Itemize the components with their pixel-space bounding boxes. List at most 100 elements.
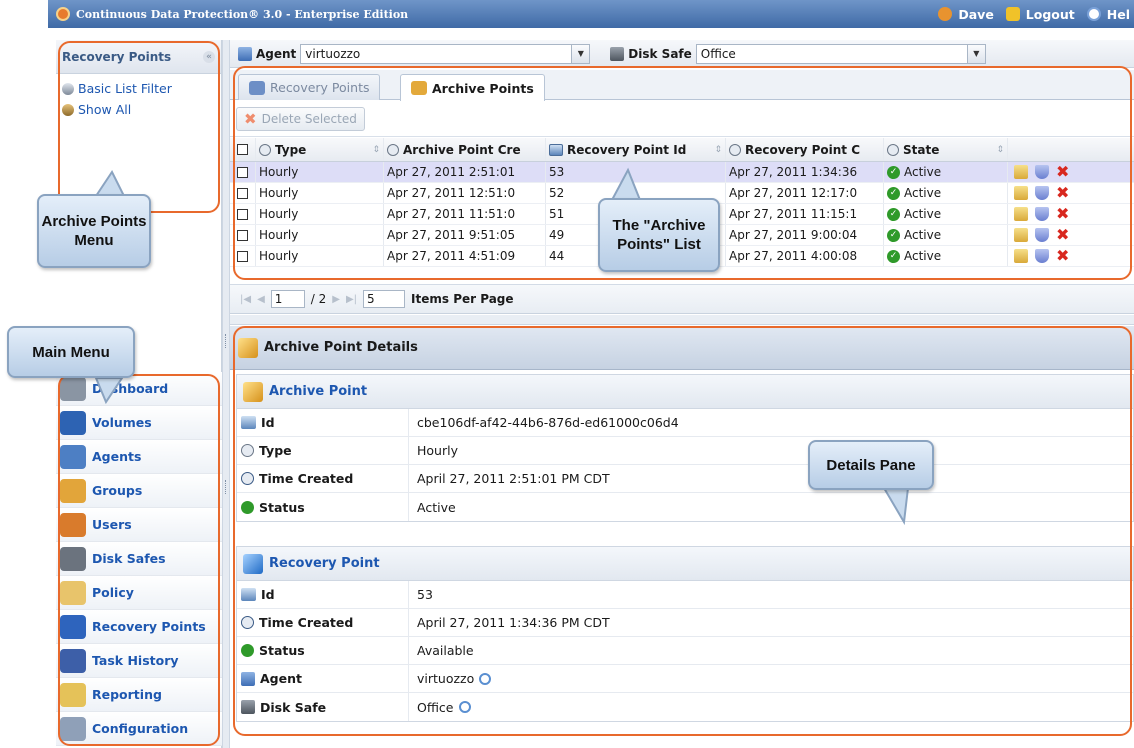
horizontal-splitter[interactable]: [230, 315, 1134, 325]
column-header-type[interactable]: Type ⇕: [256, 138, 384, 161]
menu-item-agents[interactable]: Agents: [56, 440, 222, 474]
archive-points-icon: [411, 81, 427, 95]
menu-item-label: Agents: [92, 449, 142, 464]
menu-item-volumes[interactable]: Volumes: [56, 406, 222, 440]
protect-icon[interactable]: [1035, 207, 1049, 221]
show-all-icon: [62, 103, 74, 116]
filter-basic-list[interactable]: Basic List Filter: [56, 78, 221, 99]
delete-selected-button[interactable]: ✖ Delete Selected: [236, 106, 365, 131]
row-checkbox[interactable]: [230, 183, 256, 203]
row-checkbox[interactable]: [230, 204, 256, 224]
agent-select-value: virtuozzo: [305, 46, 361, 61]
items-per-page-input[interactable]: 5: [363, 290, 406, 308]
user-name[interactable]: Dave: [958, 7, 993, 22]
column-header-state[interactable]: State ⇕: [884, 138, 1008, 161]
logout-link[interactable]: Logout: [1026, 7, 1075, 22]
delete-selected-label: Delete Selected: [261, 111, 357, 126]
clock-icon: [241, 472, 254, 485]
tab-archive-points[interactable]: Archive Points: [400, 74, 545, 101]
menu-item-policy[interactable]: Policy: [56, 576, 222, 610]
filter-show-all[interactable]: Show All: [56, 99, 221, 120]
chevron-down-icon[interactable]: ▼: [571, 44, 590, 63]
view-icon[interactable]: [1014, 165, 1028, 179]
menu-item-recovery-points[interactable]: Recovery Points: [56, 610, 222, 644]
cell-type: Hourly: [256, 225, 384, 245]
chevron-down-icon[interactable]: ▼: [966, 44, 985, 63]
property-row: Time Created April 27, 2011 1:34:36 PM C…: [237, 609, 1133, 637]
menu-item-reporting[interactable]: Reporting: [56, 678, 222, 712]
collapse-icon[interactable]: «: [203, 50, 215, 63]
property-row: Id cbe106df-af42-44b6-876d-ed61000c06d4: [237, 409, 1133, 437]
menu-item-configuration[interactable]: Configuration: [56, 712, 222, 746]
recovery-point-icon: [243, 553, 263, 574]
protect-icon[interactable]: [1035, 186, 1049, 200]
next-page-icon[interactable]: ▶: [332, 294, 340, 305]
search-icon[interactable]: [479, 672, 492, 685]
protect-icon[interactable]: [1035, 165, 1049, 179]
view-icon[interactable]: [1014, 249, 1028, 263]
delete-icon[interactable]: ✖: [1056, 248, 1069, 264]
view-icon[interactable]: [1014, 186, 1028, 200]
column-header-recovery-point-id[interactable]: Recovery Point Id ⇕: [546, 138, 726, 161]
cell-type: Hourly: [256, 162, 384, 182]
first-page-icon[interactable]: |◀: [240, 294, 251, 305]
menu-item-groups[interactable]: Groups: [56, 474, 222, 508]
prev-page-icon[interactable]: ◀: [257, 294, 265, 305]
menu-item-disk-safes[interactable]: Disk Safes: [56, 542, 222, 576]
menu-item-label: Reporting: [92, 687, 162, 702]
search-icon[interactable]: [458, 701, 471, 713]
cell-archive-created: Apr 27, 2011 11:51:0: [384, 204, 546, 224]
column-header-actions: [1008, 138, 1124, 161]
check-icon: ✓: [887, 249, 900, 263]
row-checkbox[interactable]: [230, 162, 256, 182]
page-number-input[interactable]: 1: [270, 290, 305, 308]
row-checkbox[interactable]: [230, 246, 256, 266]
archive-point-section-header: Archive Point: [237, 375, 1133, 409]
column-header-archive-created[interactable]: Archive Point Cre: [384, 138, 546, 161]
row-checkbox[interactable]: [230, 225, 256, 245]
items-per-page-label: Items Per Page: [411, 292, 514, 306]
property-key: Time Created: [259, 615, 354, 630]
cell-type: Hourly: [256, 204, 384, 224]
agent-select[interactable]: virtuozzo ▼: [300, 43, 591, 64]
delete-icon[interactable]: ✖: [1056, 206, 1069, 222]
view-icon[interactable]: [1014, 228, 1028, 242]
delete-icon[interactable]: ✖: [1056, 185, 1069, 201]
menu-item-label: Recovery Points: [92, 619, 206, 634]
callout-details-pane: Details Pane: [808, 440, 934, 490]
menu-item-users[interactable]: Users: [56, 508, 222, 542]
delete-icon[interactable]: ✖: [1056, 227, 1069, 243]
select-all-checkbox[interactable]: [230, 138, 256, 161]
property-value[interactable]: Office: [417, 700, 454, 715]
disk-safes-icon: [60, 546, 86, 571]
recovery-points-icon: [60, 614, 86, 639]
protect-icon[interactable]: [1035, 228, 1049, 242]
column-header-recovery-point-created[interactable]: Recovery Point C: [726, 138, 884, 161]
task-history-icon: [60, 648, 86, 673]
cell-type: Hourly: [256, 246, 384, 266]
view-icon[interactable]: [1014, 207, 1028, 221]
volumes-icon: [60, 410, 86, 435]
type-icon: [259, 143, 271, 156]
property-row: Time Created April 27, 2011 2:51:01 PM C…: [237, 465, 1133, 493]
tab-recovery-points[interactable]: Recovery Points: [238, 74, 381, 100]
cell-recovery-point-created: Apr 27, 2011 11:15:1: [726, 204, 884, 224]
cell-recovery-point-created: Apr 27, 2011 1:34:36: [726, 162, 884, 182]
property-row: Status Available: [237, 637, 1133, 665]
delete-icon[interactable]: ✖: [1056, 164, 1069, 180]
vertical-splitter[interactable]: [222, 40, 230, 748]
callout-main-menu: Main Menu: [7, 326, 135, 378]
property-value[interactable]: virtuozzo: [417, 671, 474, 686]
left-panel-header: Recovery Points «: [56, 40, 221, 74]
check-icon: ✓: [887, 186, 900, 200]
table-row[interactable]: Hourly Apr 27, 2011 2:51:01 53 Apr 27, 2…: [230, 162, 1134, 183]
cell-actions: ✖: [1008, 162, 1124, 182]
last-page-icon[interactable]: ▶|: [346, 294, 357, 305]
section-title: Recovery Point: [269, 556, 380, 571]
protect-icon[interactable]: [1035, 249, 1049, 263]
cell-actions: ✖: [1008, 183, 1124, 203]
help-link[interactable]: Hel: [1107, 7, 1130, 22]
app-title: Continuous Data Protection® 3.0 - Enterp…: [76, 7, 409, 21]
disk-safe-select[interactable]: Office ▼: [695, 43, 986, 64]
menu-item-task-history[interactable]: Task History: [56, 644, 222, 678]
